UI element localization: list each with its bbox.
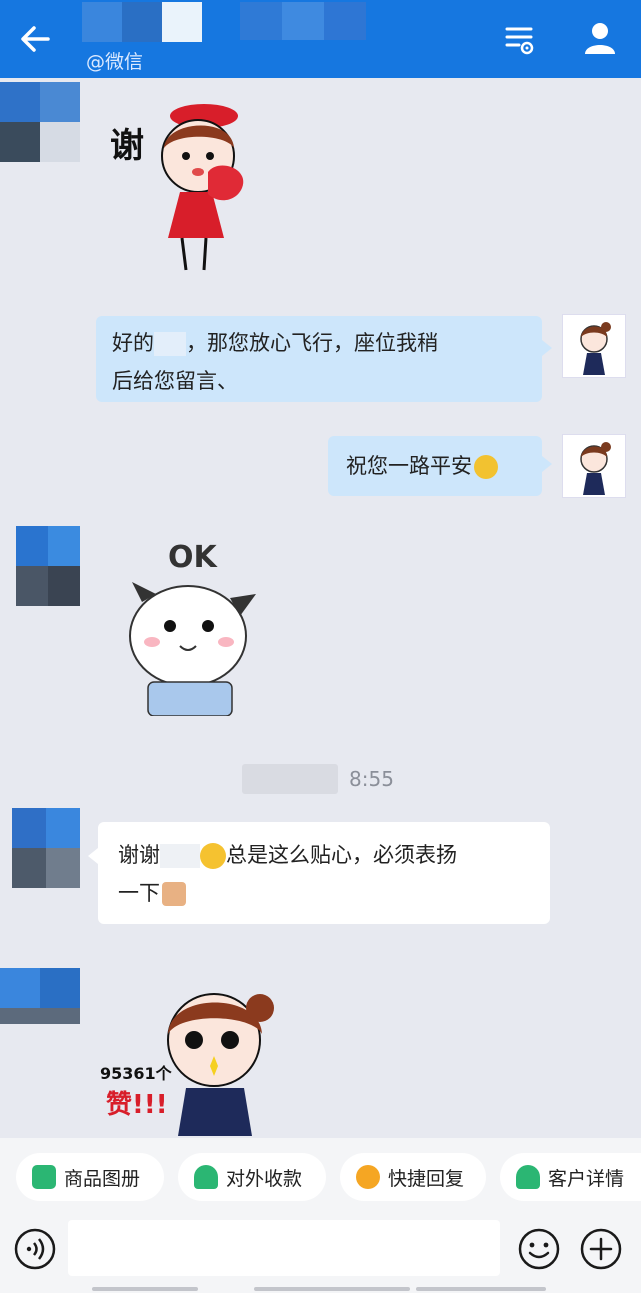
sticker-char: 谢 (110, 126, 144, 166)
quick-action-product-catalog[interactable]: 商品图册 (16, 1153, 164, 1201)
message-text: 谢谢 (118, 843, 160, 867)
agent-avatar-icon (580, 442, 611, 495)
smile-emoji-icon (200, 843, 226, 869)
cow-sticker-icon (129, 582, 256, 716)
yen-shield-icon (194, 1165, 218, 1189)
sticker-ok-cow[interactable]: OK (122, 536, 262, 716)
sticker-like-text: 赞!!! (106, 1090, 168, 1120)
voice-icon[interactable] (14, 1228, 56, 1270)
contact-avatar[interactable] (0, 82, 80, 162)
sticker-like[interactable]: 95361个 赞!!! (100, 990, 280, 1136)
message-input[interactable] (68, 1220, 500, 1276)
contact-name-redacted (82, 2, 202, 42)
hug-emoji-icon (474, 455, 498, 479)
message-bubble-outgoing[interactable]: 祝您一路平安 (328, 436, 552, 496)
timestamp-redacted (242, 764, 338, 794)
contact-avatar[interactable] (0, 968, 80, 1024)
sticker-text: OK (168, 540, 217, 575)
header-subtitle: @微信 (86, 51, 144, 73)
message-text: ，那您放心飞行，座位我稍 (186, 331, 438, 355)
chip-label: 商品图册 (64, 1167, 141, 1190)
scroll-indicator (416, 1287, 546, 1291)
agent-avatar[interactable] (562, 434, 626, 498)
emoji-icon[interactable] (518, 1228, 560, 1270)
arrow-left-icon[interactable] (18, 22, 52, 56)
agent-avatar[interactable] (562, 314, 626, 378)
contact-name-redacted-2 (240, 2, 366, 40)
message-bubble-incoming[interactable]: 谢谢 总是这么贴心，必须表扬 一下 (88, 822, 550, 924)
message-text: 总是这么贴心，必须表扬 (226, 843, 457, 867)
contact-avatar[interactable] (0, 526, 80, 606)
chip-label: 对外收款 (226, 1167, 303, 1190)
plus-icon[interactable] (580, 1228, 622, 1270)
message-text: 后给您留言、 (112, 369, 238, 393)
redacted-name (160, 844, 200, 868)
scroll-indicator (254, 1287, 410, 1291)
redacted-name (154, 332, 186, 356)
agent-avatar-icon (580, 322, 611, 375)
user-icon[interactable] (582, 20, 618, 56)
sticker-thank-you[interactable]: 谢 (106, 98, 266, 276)
chip-label: 客户详情 (548, 1167, 625, 1190)
quick-action-quick-reply[interactable]: 快捷回复 (340, 1153, 486, 1201)
quick-action-collect-payment[interactable]: 对外收款 (178, 1153, 326, 1201)
quick-reply-icon (356, 1165, 380, 1189)
message-text: 一下 (118, 881, 160, 905)
stewardess-sticker-icon (161, 104, 244, 271)
catalog-icon (32, 1165, 56, 1189)
chip-label: 快捷回复 (388, 1167, 465, 1190)
sticker-count-text: 95361个 (100, 1064, 172, 1083)
timestamp: 8:55 (349, 767, 394, 791)
message-text: 祝您一路平安 (346, 454, 472, 478)
customer-icon (516, 1165, 540, 1189)
contact-avatar[interactable] (0, 808, 80, 888)
message-bubble-outgoing[interactable]: 好的 ，那您放心飞行，座位我稍 后给您留言、 (96, 316, 552, 402)
scroll-indicator (92, 1287, 198, 1291)
list-settings-icon[interactable] (503, 22, 537, 56)
thumbs-up-emoji-icon (162, 882, 186, 906)
stewardess-like-sticker-icon (167, 993, 274, 1136)
quick-action-customer-details[interactable]: 客户详情 (500, 1153, 641, 1201)
message-text: 好的 (112, 331, 154, 355)
